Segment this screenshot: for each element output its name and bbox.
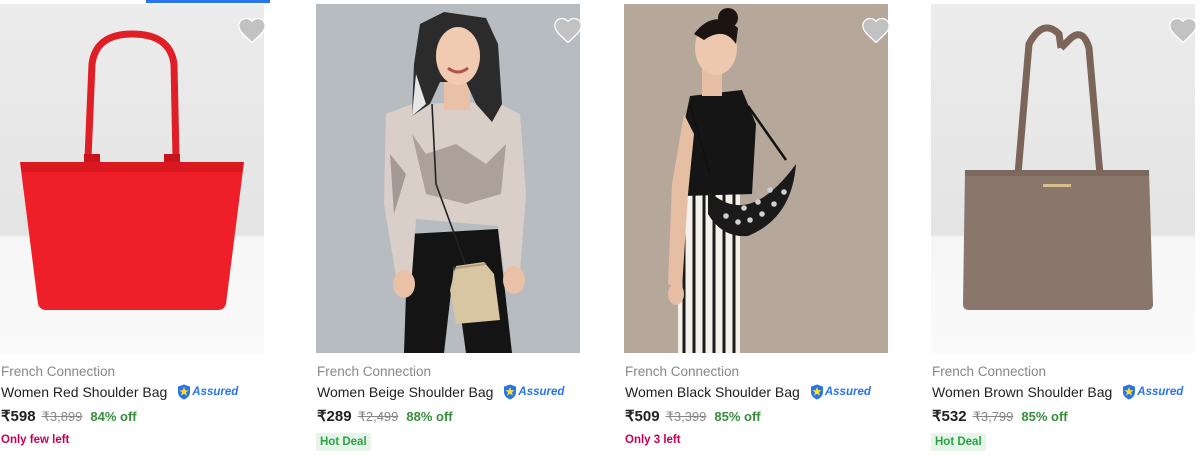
price-row: ₹509 ₹3,399 85% off [625,407,761,425]
product-card[interactable]: French Connection Women Brown Shoulder B… [931,0,1200,456]
selling-price: ₹289 [317,408,352,425]
heart-icon[interactable] [553,16,583,44]
price-row: ₹289 ₹2,499 88% off [317,407,453,425]
assured-badge: Assured [1122,382,1183,402]
product-title-row: Women Red Shoulder Bag Assured [1,382,238,402]
product-title[interactable]: Women Black Shoulder Bag [625,384,800,400]
product-card[interactable]: French Connection Women Beige Shoulder B… [316,0,606,456]
product-photo-black-bag [624,4,888,353]
hot-deal-tag: Hot Deal [316,433,371,451]
assured-badge: Assured [503,382,564,402]
assured-badge: Assured [177,382,238,402]
product-card[interactable]: French Connection Women Black Shoulder B… [624,0,914,456]
product-title[interactable]: Women Beige Shoulder Bag [317,384,493,400]
low-stock-tag: Only 3 left [625,434,681,446]
original-price: ₹3,399 [665,409,707,424]
low-stock-tag: Only few left [1,434,70,446]
original-price: ₹2,499 [357,409,399,424]
discount-percent: 88% off [406,409,453,424]
discount-percent: 85% off [1021,409,1068,424]
price-row: ₹532 ₹3,799 85% off [932,407,1068,425]
discount-percent: 84% off [90,409,137,424]
product-title-row: Women Black Shoulder Bag Assured [625,382,871,402]
original-price: ₹3,799 [972,409,1014,424]
product-title-row: Women Beige Shoulder Bag Assured [317,382,564,402]
product-title[interactable]: Women Brown Shoulder Bag [932,384,1112,400]
selling-price: ₹509 [625,408,660,425]
shield-icon [810,384,823,400]
hot-deal-tag: Hot Deal [931,433,986,451]
product-card[interactable]: French Connection Women Red Shoulder Bag… [0,0,290,456]
product-title[interactable]: Women Red Shoulder Bag [1,384,167,400]
product-image[interactable] [931,4,1195,353]
heart-icon[interactable] [237,16,267,44]
product-title-row: Women Brown Shoulder Bag Assured [932,382,1183,402]
selling-price: ₹598 [1,408,36,425]
product-photo-red-bag [0,4,264,353]
product-brand: French Connection [1,364,116,379]
discount-percent: 85% off [714,409,761,424]
product-brand: French Connection [625,364,740,379]
shield-icon [504,384,517,400]
product-brand: French Connection [317,364,432,379]
product-photo-brown-bag [931,4,1195,353]
product-image[interactable] [316,4,580,353]
original-price: ₹3,899 [41,409,83,424]
selling-price: ₹532 [932,408,967,425]
product-photo-beige-bag [316,4,580,353]
heart-icon[interactable] [1168,16,1198,44]
heart-icon[interactable] [861,16,891,44]
assured-label: Assured [192,386,239,398]
assured-label: Assured [1137,386,1184,398]
product-brand: French Connection [932,364,1047,379]
shield-icon [178,384,191,400]
product-image[interactable] [624,4,888,353]
assured-label: Assured [824,386,871,398]
assured-badge: Assured [810,382,871,402]
price-row: ₹598 ₹3,899 84% off [1,407,137,425]
shield-icon [1123,384,1136,400]
assured-label: Assured [518,386,565,398]
product-image[interactable] [0,4,264,353]
